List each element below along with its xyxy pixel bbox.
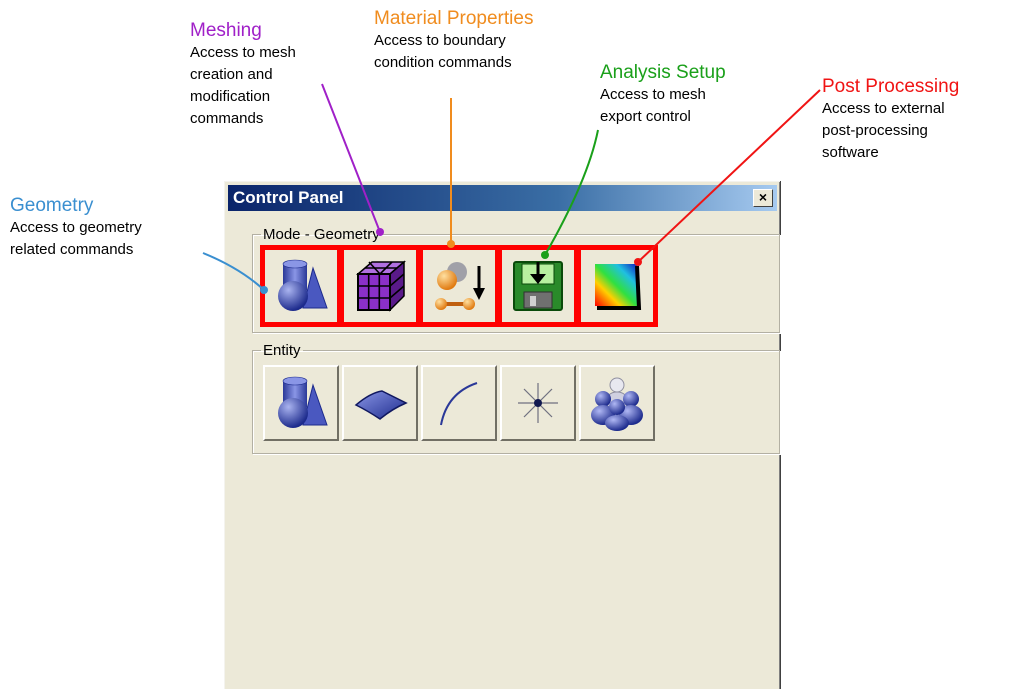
close-icon: × [758,189,768,205]
geometry-annotation: Geometry Access to geometry related comm… [10,195,142,261]
entity-surface-button[interactable] [342,365,418,441]
mode-group-legend: Mode - Geometry [263,226,380,243]
material-annotation: Material Properties Access to boundary c… [374,8,533,74]
geometry-mode-button[interactable] [263,248,339,324]
analysis-annotation-desc: Access to mesh export control [600,86,706,125]
material-mode-button[interactable] [421,248,497,324]
analysis-annotation: Analysis Setup Access to mesh export con… [600,62,726,128]
floppy-export-icon [513,261,563,311]
geometry-annotation-desc: Access to geometry related commands [10,219,142,258]
meshing-annotation-desc: Access to mesh creation and modification… [190,44,296,127]
window-titlebar[interactable]: Control Panel × [228,185,777,211]
analysis-mode-button[interactable] [500,248,576,324]
geometry-shapes-icon [278,259,328,311]
post-processing-mode-button[interactable] [579,248,655,324]
vertex-icon [518,383,558,423]
entity-group-button[interactable] [579,365,655,441]
curve-icon [440,382,478,426]
gradient-postprocess-icon [595,264,642,310]
volume-icon [278,376,328,428]
post-annotation: Post Processing Access to external post-… [822,76,959,164]
control-panel-window: Control Panel × Mode - Geometry Entity [224,181,780,689]
entity-volume-button[interactable] [263,365,339,441]
meshing-annotation-title: Meshing [190,20,262,41]
material-properties-icon [435,262,485,310]
geometry-annotation-title: Geometry [10,195,94,216]
material-annotation-title: Material Properties [374,8,534,29]
entity-vertex-button[interactable] [500,365,576,441]
surface-icon [354,390,408,420]
analysis-annotation-title: Analysis Setup [600,62,726,83]
entity-group-legend: Entity [263,342,301,359]
material-annotation-desc: Access to boundary condition commands [374,32,512,71]
group-icon [591,377,643,431]
post-annotation-desc: Access to external post-processing softw… [822,100,945,161]
window-title: Control Panel [233,188,344,207]
meshing-annotation: Meshing Access to mesh creation and modi… [190,20,296,130]
entity-curve-button[interactable] [421,365,497,441]
post-annotation-title: Post Processing [822,76,960,97]
close-button[interactable]: × [753,189,773,207]
meshing-mode-button[interactable] [342,248,418,324]
mesh-cube-icon [355,260,407,312]
